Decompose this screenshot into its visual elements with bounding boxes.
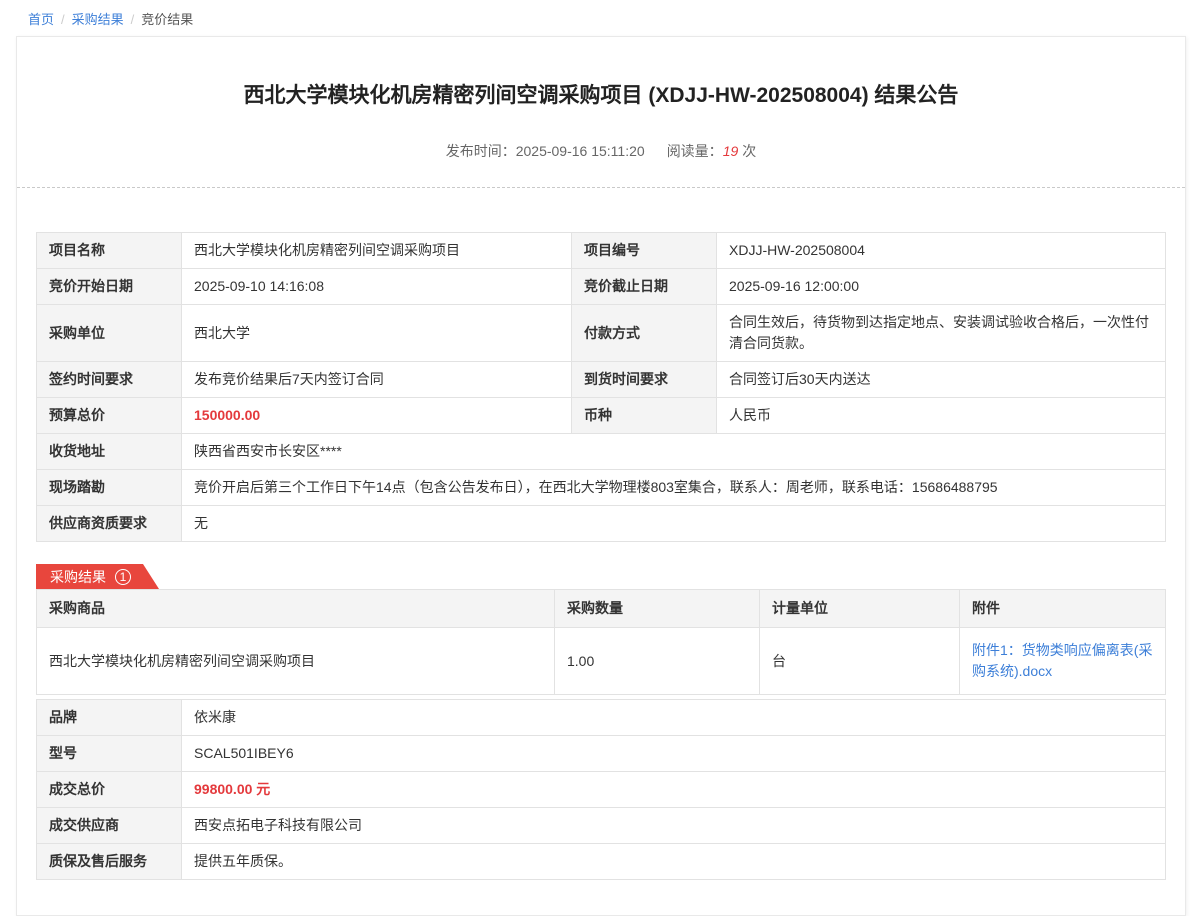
info-label: 预算总价: [37, 398, 182, 434]
breadcrumb: 首页 / 采购结果 / 竞价结果: [0, 0, 1200, 36]
info-label: 币种: [572, 398, 717, 434]
divider: [17, 187, 1185, 188]
deal-total-price: 99800.00 元: [182, 772, 1166, 808]
detail-label: 质保及售后服务: [37, 844, 182, 880]
info-value: 2025-09-10 14:16:08: [182, 269, 572, 305]
table-row: 供应商资质要求 无: [37, 506, 1166, 542]
model-value: SCAL501IBEY6: [182, 736, 1166, 772]
result-detail-table: 品牌 依米康 型号 SCAL501IBEY6 成交总价 99800.00 元 成…: [36, 699, 1166, 880]
info-value: 2025-09-16 12:00:00: [717, 269, 1166, 305]
read-count-value: 19: [723, 143, 739, 159]
table-row: 西北大学模块化机房精密列间空调采购项目 1.00 台 附件1：货物类响应偏离表(…: [37, 628, 1166, 695]
breadcrumb-separator: /: [131, 12, 135, 27]
table-row: 采购单位 西北大学 付款方式 合同生效后，待货物到达指定地点、安装调试验收合格后…: [37, 305, 1166, 362]
info-label: 到货时间要求: [572, 362, 717, 398]
info-label: 竞价截止日期: [572, 269, 717, 305]
info-value: 竞价开启后第三个工作日下午14点（包含公告发布日），在西北大学物理楼803室集合…: [182, 470, 1166, 506]
info-value: 合同签订后30天内送达: [717, 362, 1166, 398]
info-label: 项目名称: [37, 233, 182, 269]
column-header-unit: 计量单位: [760, 590, 960, 628]
read-count-label: 阅读量：: [667, 143, 723, 159]
purchase-result-badge: 采购结果 1: [36, 564, 159, 589]
column-header-quantity: 采购数量: [555, 590, 760, 628]
info-label: 收货地址: [37, 434, 182, 470]
table-row: 型号 SCAL501IBEY6: [37, 736, 1166, 772]
read-count-unit: 次: [742, 143, 756, 159]
info-label: 竞价开始日期: [37, 269, 182, 305]
breadcrumb-purchase-results-link[interactable]: 采购结果: [72, 12, 124, 27]
table-row: 品牌 依米康: [37, 700, 1166, 736]
info-label: 现场踏勘: [37, 470, 182, 506]
info-value: XDJJ-HW-202508004: [717, 233, 1166, 269]
warranty-value: 提供五年质保。: [182, 844, 1166, 880]
breadcrumb-home-link[interactable]: 首页: [28, 12, 54, 27]
info-value: 无: [182, 506, 1166, 542]
info-value: 人民币: [717, 398, 1166, 434]
detail-label: 型号: [37, 736, 182, 772]
table-row: 项目名称 西北大学模块化机房精密列间空调采购项目 项目编号 XDJJ-HW-20…: [37, 233, 1166, 269]
attachment-cell: 附件1：货物类响应偏离表(采购系统).docx: [960, 628, 1166, 695]
publish-time-label: 发布时间：: [446, 143, 516, 159]
info-label: 付款方式: [572, 305, 717, 362]
publish-info-line: 发布时间：2025-09-16 15:11:20 阅读量：19次: [36, 141, 1166, 161]
announcement-card: 西北大学模块化机房精密列间空调采购项目 (XDJJ-HW-202508004) …: [16, 36, 1186, 916]
breadcrumb-current-page: 竞价结果: [141, 12, 193, 27]
unit-cell: 台: [760, 628, 960, 695]
page-title: 西北大学模块化机房精密列间空调采购项目 (XDJJ-HW-202508004) …: [36, 37, 1166, 109]
supplier-value: 西安点拓电子科技有限公司: [182, 808, 1166, 844]
product-name-cell: 西北大学模块化机房精密列间空调采购项目: [37, 628, 555, 695]
result-items-table: 采购商品 采购数量 计量单位 附件 西北大学模块化机房精密列间空调采购项目 1.…: [36, 589, 1166, 695]
detail-label: 品牌: [37, 700, 182, 736]
info-label: 签约时间要求: [37, 362, 182, 398]
purchase-result-badge-label: 采购结果: [50, 567, 106, 587]
table-row: 竞价开始日期 2025-09-10 14:16:08 竞价截止日期 2025-0…: [37, 269, 1166, 305]
project-info-table: 项目名称 西北大学模块化机房精密列间空调采购项目 项目编号 XDJJ-HW-20…: [36, 232, 1166, 542]
detail-label: 成交供应商: [37, 808, 182, 844]
table-row: 签约时间要求 发布竞价结果后7天内签订合同 到货时间要求 合同签订后30天内送达: [37, 362, 1166, 398]
info-value: 西北大学: [182, 305, 572, 362]
table-row: 质保及售后服务 提供五年质保。: [37, 844, 1166, 880]
column-header-product: 采购商品: [37, 590, 555, 628]
quantity-cell: 1.00: [555, 628, 760, 695]
table-row: 成交供应商 西安点拓电子科技有限公司: [37, 808, 1166, 844]
budget-total-price: 150000.00: [182, 398, 572, 434]
info-value: 陕西省西安市长安区****: [182, 434, 1166, 470]
detail-label: 成交总价: [37, 772, 182, 808]
result-count-badge: 1: [115, 569, 131, 585]
info-value: 发布竞价结果后7天内签订合同: [182, 362, 572, 398]
table-header-row: 采购商品 采购数量 计量单位 附件: [37, 590, 1166, 628]
info-label: 项目编号: [572, 233, 717, 269]
table-row: 预算总价 150000.00 币种 人民币: [37, 398, 1166, 434]
info-label: 采购单位: [37, 305, 182, 362]
table-row: 收货地址 陕西省西安市长安区****: [37, 434, 1166, 470]
info-value: 合同生效后，待货物到达指定地点、安装调试验收合格后，一次性付清合同货款。: [717, 305, 1166, 362]
attachment-link[interactable]: 附件1：货物类响应偏离表(采购系统).docx: [972, 642, 1152, 679]
info-label: 供应商资质要求: [37, 506, 182, 542]
table-row: 现场踏勘 竞价开启后第三个工作日下午14点（包含公告发布日），在西北大学物理楼8…: [37, 470, 1166, 506]
brand-value: 依米康: [182, 700, 1166, 736]
column-header-attachment: 附件: [960, 590, 1166, 628]
table-row: 成交总价 99800.00 元: [37, 772, 1166, 808]
breadcrumb-separator: /: [61, 12, 65, 27]
publish-time-value: 2025-09-16 15:11:20: [516, 143, 645, 159]
info-value: 西北大学模块化机房精密列间空调采购项目: [182, 233, 572, 269]
